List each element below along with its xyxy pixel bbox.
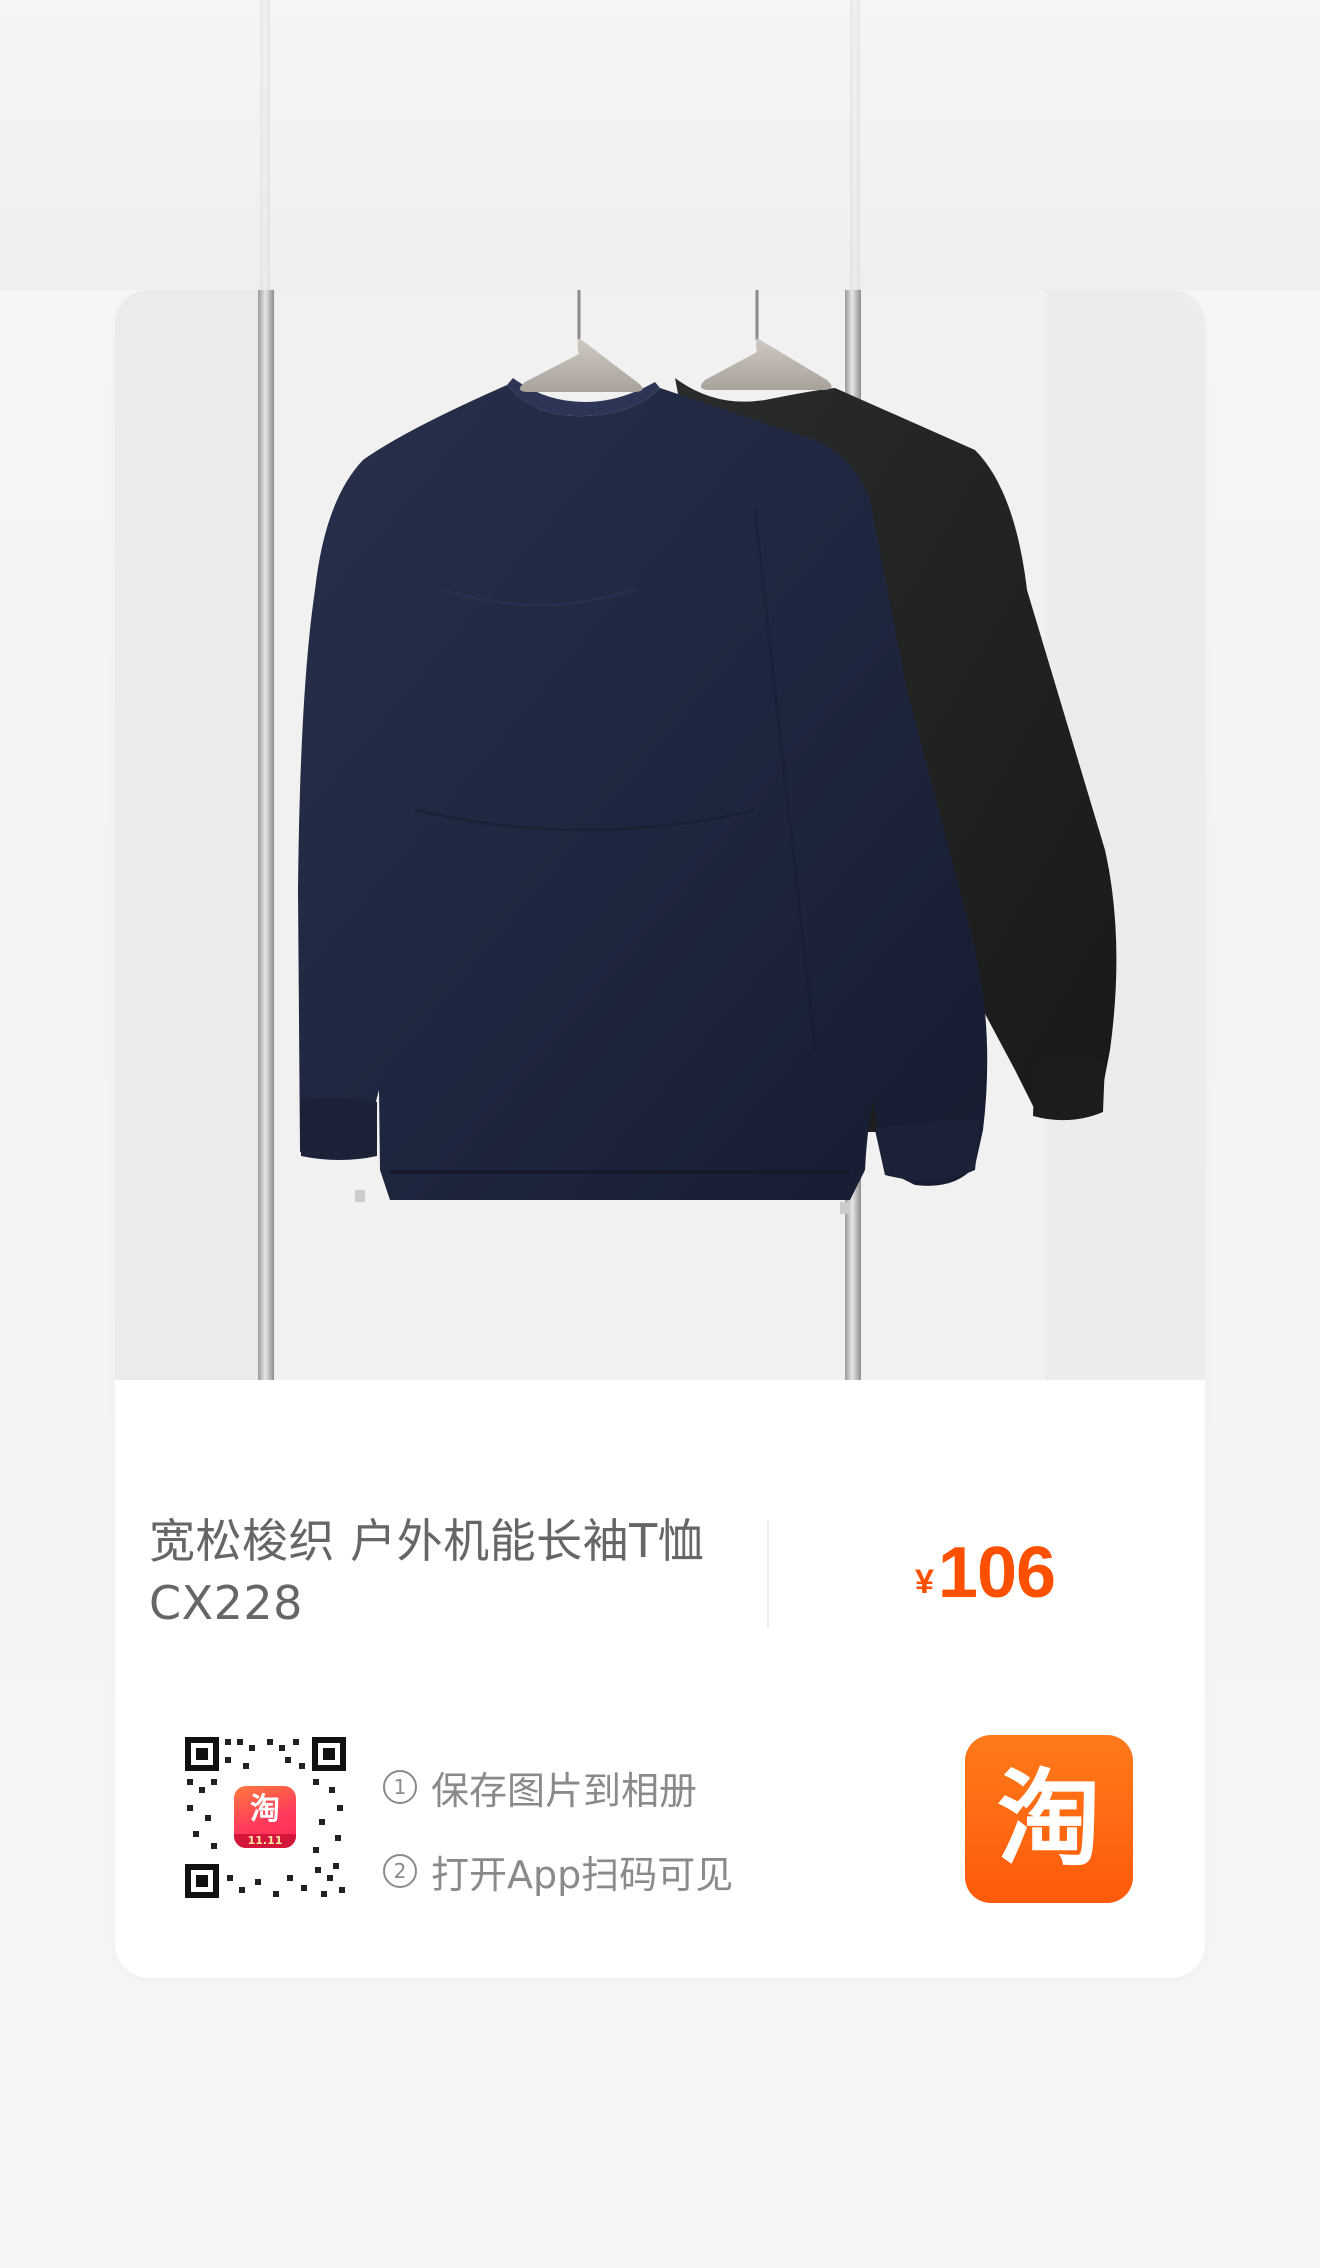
background-rail-right <box>850 0 860 300</box>
product-title-line1: 宽松梭织 户外机能长袖T恤 <box>149 1514 705 1568</box>
qr-logo-text: 淘 <box>250 1792 280 1827</box>
step-number-2: 2 <box>383 1854 417 1888</box>
instruction-step-2: 2 打开App扫码可见 <box>383 1829 843 1913</box>
step-label-2: 打开App扫码可见 <box>431 1852 734 1897</box>
price-amount: 106 <box>937 1533 1056 1613</box>
instruction-step-1: 1 保存图片到相册 <box>383 1745 843 1829</box>
rack-rail-left <box>258 290 274 1380</box>
qr-code[interactable]: 淘 11.11 <box>183 1735 348 1900</box>
step-label-1: 保存图片到相册 <box>431 1768 698 1813</box>
product-photo[interactable] <box>115 290 1205 1380</box>
title-price-divider <box>767 1520 769 1628</box>
product-title-line2: CX228 <box>149 1576 303 1630</box>
product-photo-illustration <box>115 290 1205 1380</box>
background-top <box>0 0 1320 290</box>
share-card[interactable]: 宽松梭织 户外机能长袖T恤 CX228 ¥106 淘 11.11 1 保存图片到… <box>115 290 1205 1978</box>
qr-logo-badge: 11.11 <box>234 1834 296 1848</box>
background-rail-left <box>260 0 270 300</box>
product-title[interactable]: 宽松梭织 户外机能长袖T恤 CX228 <box>149 1510 789 1634</box>
price-currency: ¥ <box>915 1563 934 1601</box>
taobao-logo-text: 淘 <box>996 1758 1101 1880</box>
qr-taobao-logo-icon: 淘 11.11 <box>234 1786 296 1848</box>
product-price: ¥106 <box>915 1532 1056 1613</box>
step-number-1: 1 <box>383 1770 417 1804</box>
scan-instructions: 1 保存图片到相册 2 打开App扫码可见 <box>383 1745 843 1913</box>
taobao-logo-icon[interactable]: 淘 <box>965 1735 1133 1903</box>
